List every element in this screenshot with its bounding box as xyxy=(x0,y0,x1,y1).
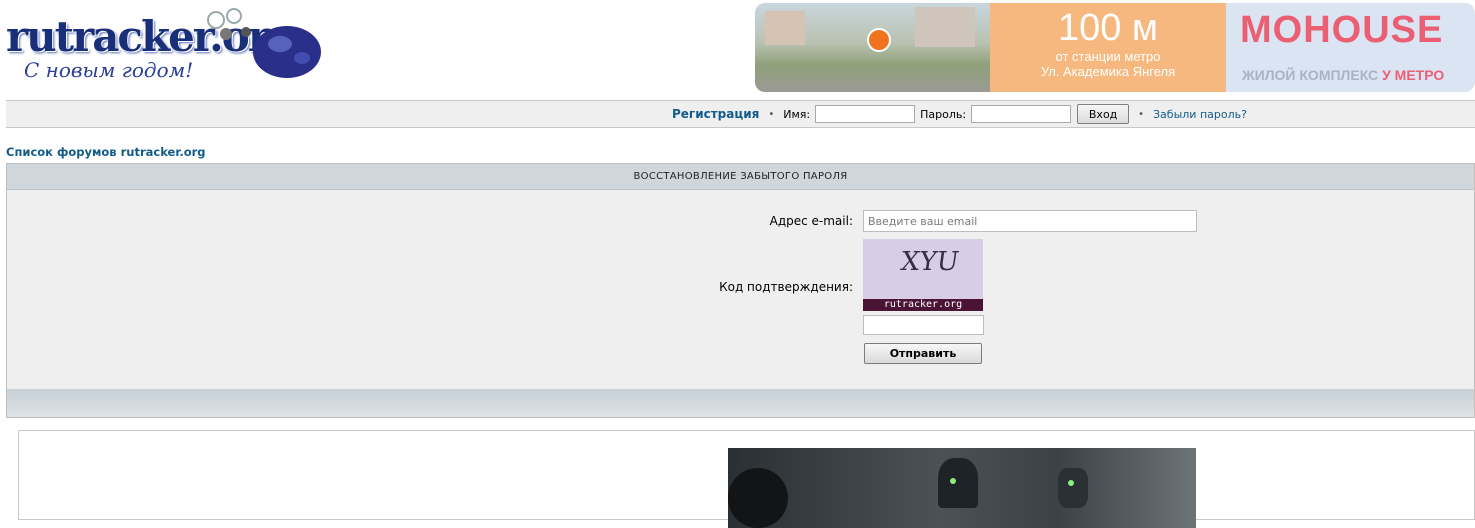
username-input[interactable] xyxy=(815,105,916,123)
captcha-code: XYU xyxy=(898,247,961,277)
panel-title: ВОССТАНОВЛЕНИЕ ЗАБЫТОГО ПАРОЛЯ xyxy=(7,164,1474,190)
register-link[interactable]: Регистрация xyxy=(672,107,759,121)
login-bar: Регистрация • Имя: Пароль: Вход • Забыли… xyxy=(6,100,1475,128)
captcha-input[interactable] xyxy=(863,315,984,335)
banner-tagline-accent: У МЕТРО xyxy=(1382,67,1445,83)
site-logo[interactable]: rutracker.org С новым годом! xyxy=(6,6,326,88)
banner-line2: Ул. Академика Янгеля xyxy=(1040,64,1176,79)
separator-dot: • xyxy=(768,108,775,120)
login-button[interactable]: Вход xyxy=(1077,104,1130,124)
banner-tagline-main: ЖИЛОЙ КОМПЛЕКС xyxy=(1242,67,1379,83)
submit-button[interactable]: Отправить xyxy=(864,343,982,364)
banner-photo xyxy=(755,3,990,92)
captcha-image: XYU rutracker.org xyxy=(863,239,983,311)
banner-brand: MOHOUSE xyxy=(1240,9,1444,51)
email-input[interactable] xyxy=(863,210,1197,232)
logo-subtitle: С новым годом! xyxy=(24,58,194,82)
separator-dot: • xyxy=(1138,108,1144,120)
email-label: Адрес e-mail: xyxy=(769,214,853,228)
banner-line1: от станции метро xyxy=(1055,49,1161,64)
panel-footer xyxy=(7,389,1474,417)
breadcrumb-forum-list[interactable]: Список форумов rutracker.org xyxy=(6,145,206,159)
username-label: Имя: xyxy=(783,107,811,121)
bottom-ad-frame xyxy=(18,430,1475,528)
game-ad-image[interactable] xyxy=(728,448,1196,528)
globe-ball-icon xyxy=(253,26,321,78)
password-input[interactable] xyxy=(971,105,1072,123)
advertisement-banner[interactable]: 100 м от станции метро Ул. Академика Янг… xyxy=(755,3,1475,92)
captcha-label: Код подтверждения: xyxy=(719,280,853,294)
password-label: Пароль: xyxy=(920,107,967,121)
banner-distance: 100 м xyxy=(1057,7,1159,49)
password-recovery-panel: ВОССТАНОВЛЕНИЕ ЗАБЫТОГО ПАРОЛЯ Адрес e-m… xyxy=(6,163,1475,418)
captcha-caption: rutracker.org xyxy=(863,299,983,311)
ball-icon xyxy=(867,28,891,52)
banner-tagline: ЖИЛОЙ КОМПЛЕКС У МЕТРО xyxy=(1242,67,1444,83)
banner-brand-block: MOHOUSE ЖИЛОЙ КОМПЛЕКС У МЕТРО xyxy=(1226,3,1475,92)
banner-distance-block: 100 м от станции метро Ул. Академика Янг… xyxy=(990,3,1226,92)
forgot-password-link[interactable]: Забыли пароль? xyxy=(1153,108,1247,121)
